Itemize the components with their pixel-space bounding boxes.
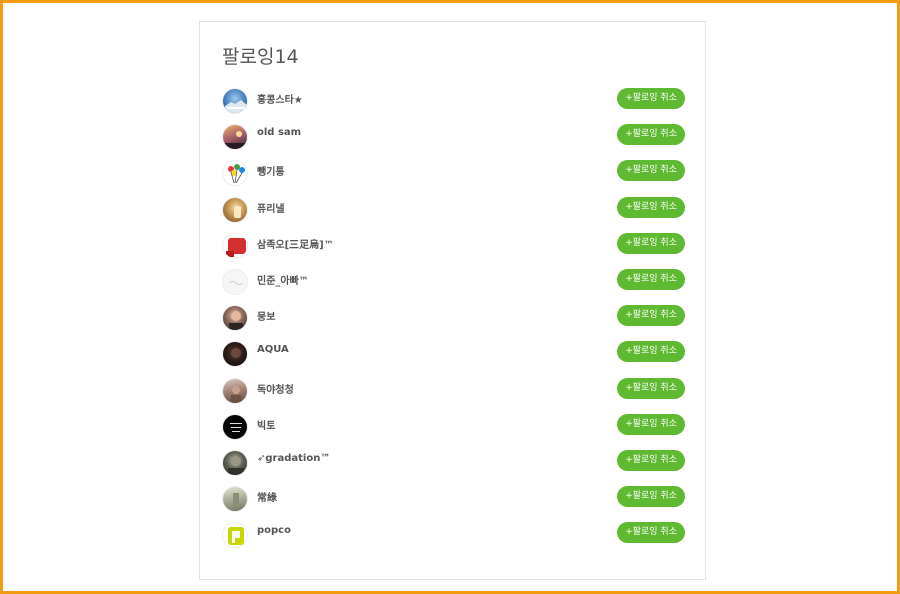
user-name[interactable]: 뭉보: [257, 308, 275, 323]
unfollow-button[interactable]: +팔로잉 취소: [617, 88, 685, 109]
following-list: 홍콩스타★ +팔로잉 취소 old sam +팔로잉 취소 뺑기통 +팔로잉 취…: [222, 86, 685, 556]
avatar[interactable]: [222, 449, 248, 476]
avatar[interactable]: [222, 377, 248, 404]
unfollow-button[interactable]: +팔로잉 취소: [617, 341, 685, 363]
avatar[interactable]: [222, 196, 248, 223]
avatar[interactable]: [222, 486, 248, 513]
list-item: 빅토 +팔로잉 취소: [222, 412, 685, 448]
list-item: 독야청청 +팔로잉 취소: [222, 376, 685, 412]
avatar[interactable]: [222, 305, 248, 332]
list-item: 민준_아빠™ +팔로잉 취소: [222, 267, 685, 303]
user-name[interactable]: 뺑기통: [257, 163, 285, 178]
unfollow-button[interactable]: +팔로잉 취소: [617, 449, 685, 471]
avatar[interactable]: [222, 268, 248, 295]
list-item: 퓨리낼 +팔로잉 취소: [222, 195, 685, 231]
user-name[interactable]: AQUA: [257, 344, 289, 355]
list-item: popco +팔로잉 취소: [222, 520, 685, 556]
list-item: ➶gradation™ +팔로잉 취소: [222, 448, 685, 484]
unfollow-button[interactable]: +팔로잉 취소: [617, 124, 685, 146]
list-item: 홍콩스타★ +팔로잉 취소: [222, 86, 685, 122]
page-title: 팔로잉14: [222, 46, 299, 68]
unfollow-button[interactable]: +팔로잉 취소: [617, 377, 685, 399]
unfollow-button[interactable]: +팔로잉 취소: [617, 305, 685, 327]
avatar[interactable]: [222, 232, 248, 259]
user-name[interactable]: 삼족오[三足烏]™: [257, 236, 334, 251]
list-item: 삼족오[三足烏]™ +팔로잉 취소: [222, 231, 685, 267]
following-panel: 팔로잉14 홍콩스타★ +팔로잉 취소 old sam +팔로잉 취소 뺑기통 …: [199, 21, 706, 580]
unfollow-button[interactable]: +팔로잉 취소: [617, 413, 685, 435]
user-name[interactable]: 常綠: [257, 489, 277, 504]
user-name[interactable]: popco: [257, 525, 291, 536]
user-name[interactable]: 빅토: [257, 417, 275, 432]
unfollow-button[interactable]: +팔로잉 취소: [617, 486, 685, 508]
avatar[interactable]: [222, 124, 248, 151]
list-item: 뺑기통 +팔로잉 취소: [222, 158, 685, 194]
avatar[interactable]: [222, 160, 248, 187]
unfollow-button[interactable]: +팔로잉 취소: [617, 232, 685, 254]
user-name[interactable]: 독야청청: [257, 381, 294, 396]
list-item: 뭉보 +팔로잉 취소: [222, 303, 685, 339]
avatar[interactable]: [222, 522, 248, 549]
list-item: old sam +팔로잉 취소: [222, 122, 685, 158]
list-item: 常綠 +팔로잉 취소: [222, 484, 685, 520]
user-name[interactable]: 퓨리낼: [257, 200, 285, 215]
user-name[interactable]: 홍콩스타★: [257, 91, 303, 106]
unfollow-button[interactable]: +팔로잉 취소: [617, 160, 685, 182]
unfollow-button[interactable]: +팔로잉 취소: [617, 196, 685, 218]
unfollow-button[interactable]: +팔로잉 취소: [617, 522, 685, 544]
user-name[interactable]: 민준_아빠™: [257, 272, 309, 287]
avatar[interactable]: [222, 341, 248, 368]
user-name[interactable]: old sam: [257, 127, 301, 138]
avatar[interactable]: [222, 413, 248, 440]
unfollow-button[interactable]: +팔로잉 취소: [617, 268, 685, 290]
avatar[interactable]: [222, 88, 248, 114]
list-item: AQUA +팔로잉 취소: [222, 339, 685, 375]
user-name[interactable]: ➶gradation™: [257, 453, 330, 464]
